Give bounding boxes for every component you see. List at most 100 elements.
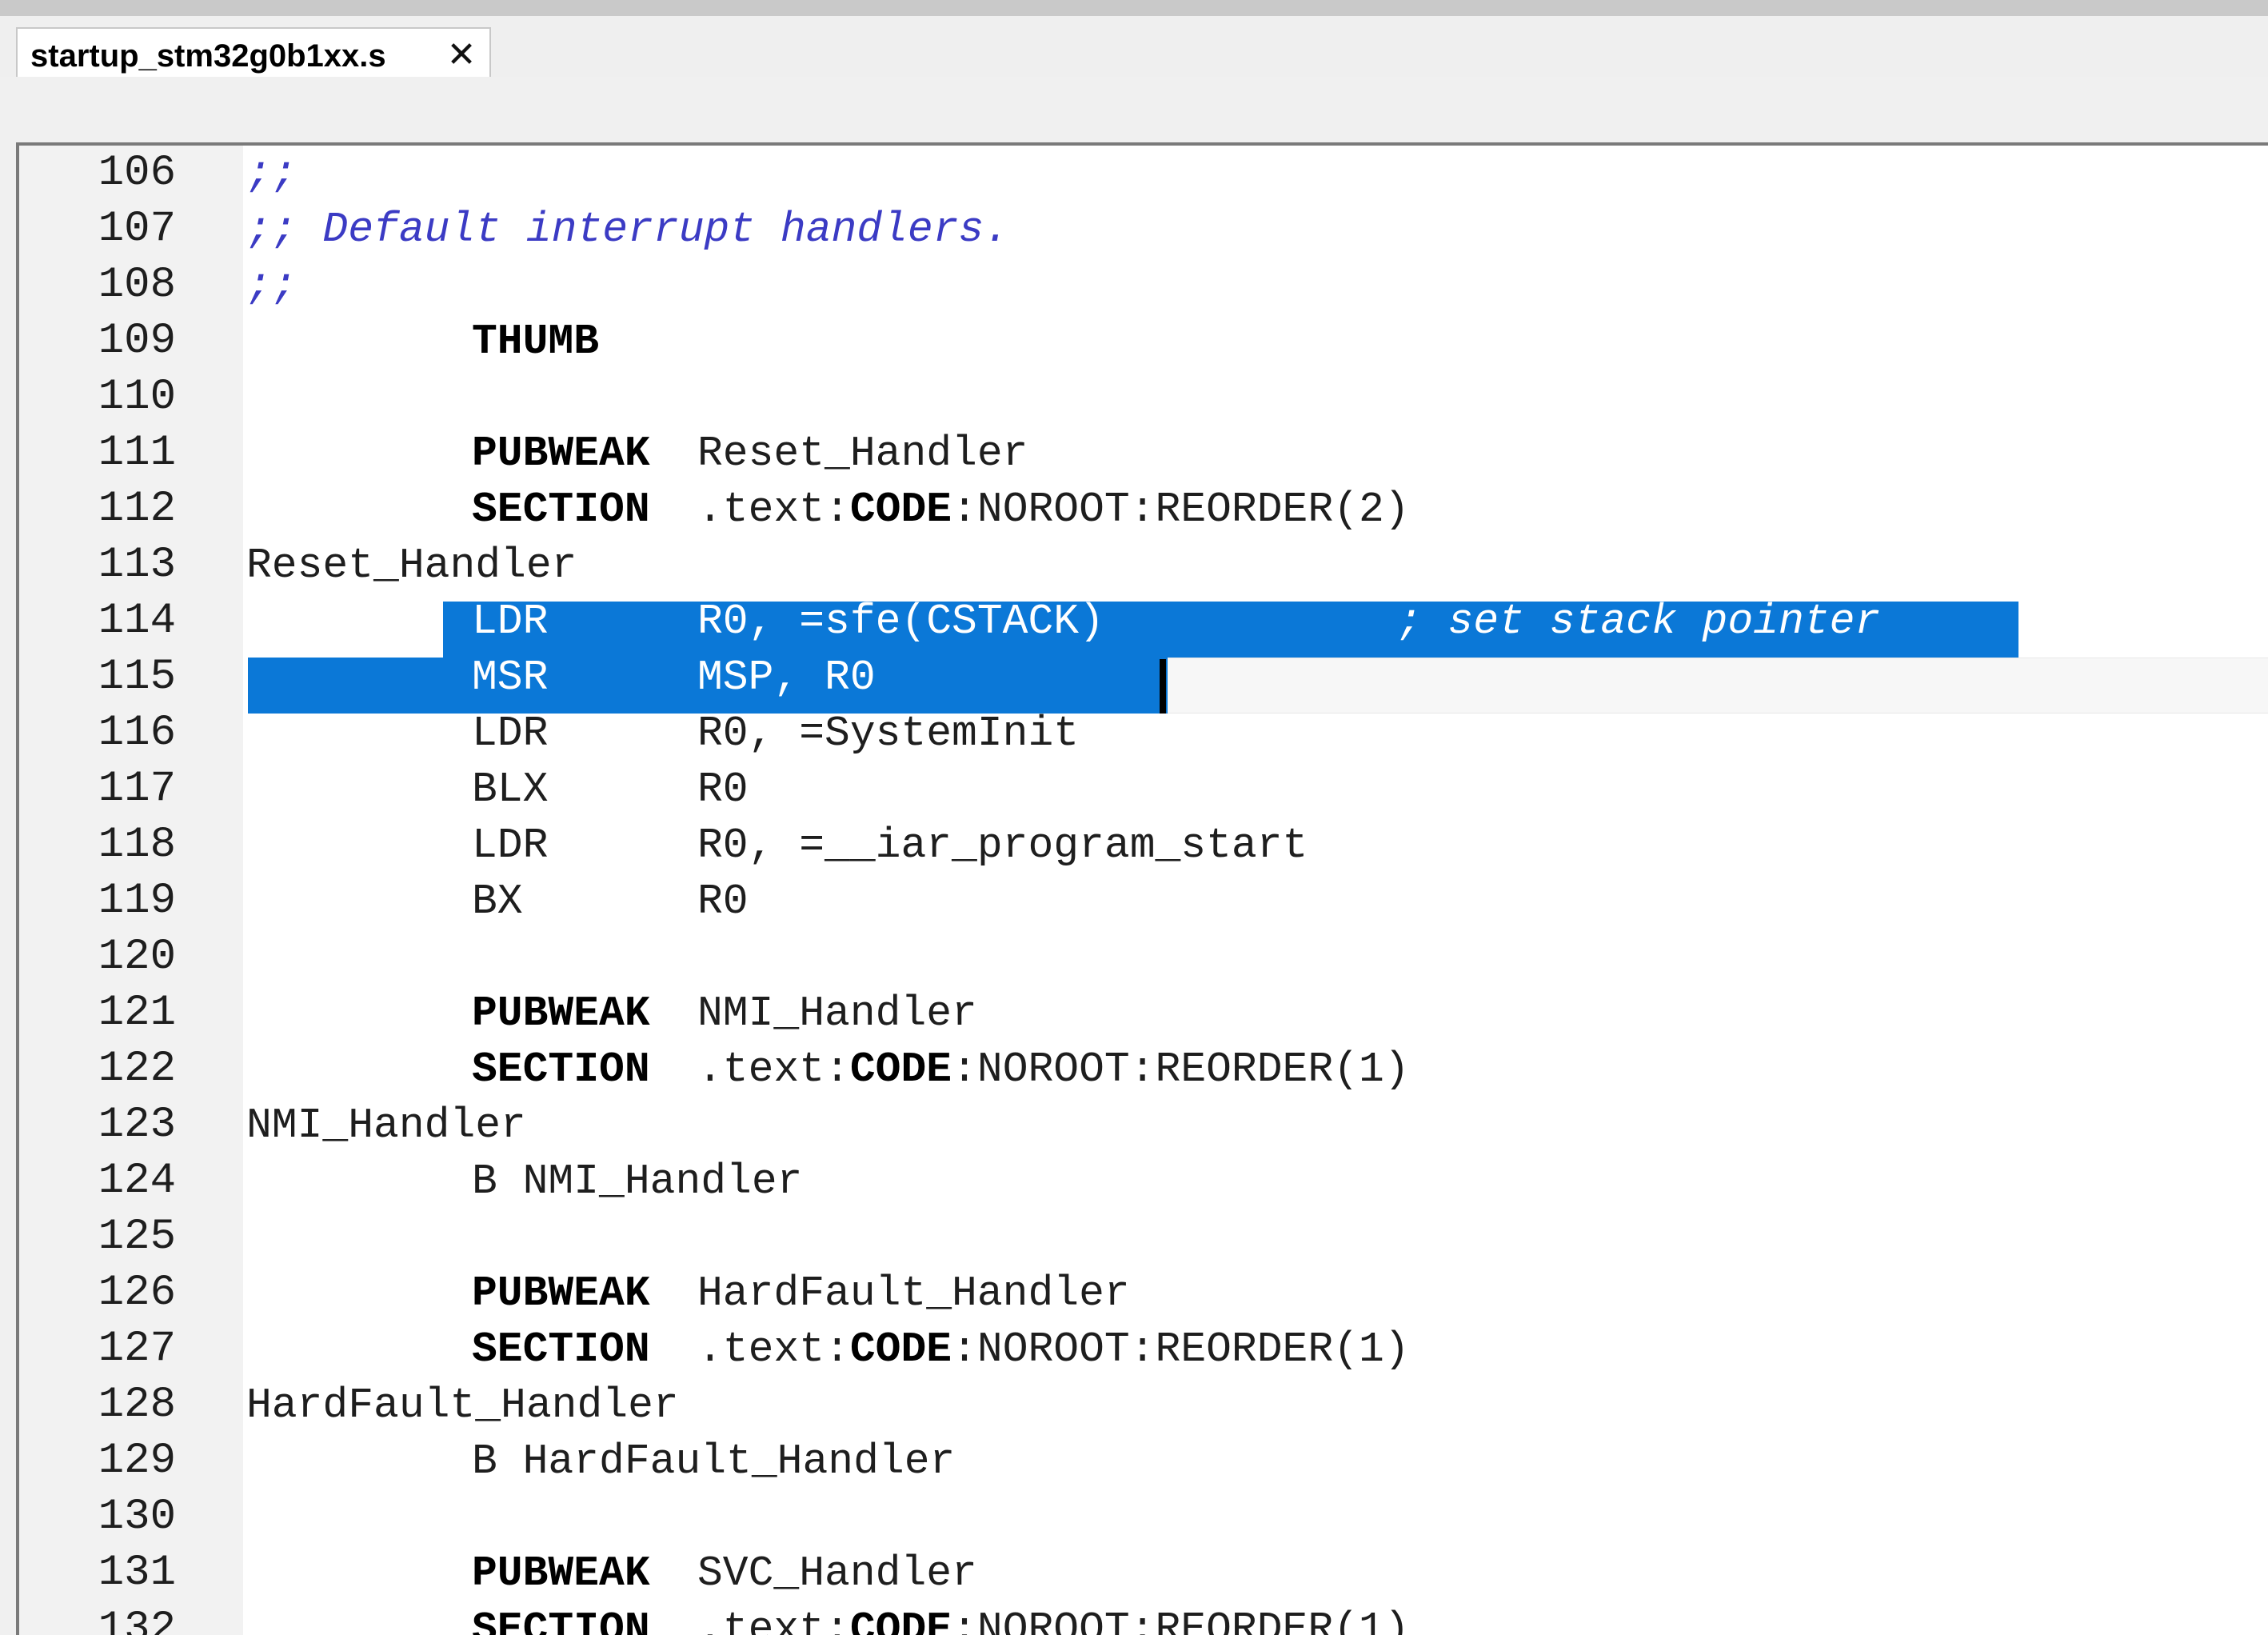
- comment-text: ;;: [246, 262, 297, 310]
- code-line[interactable]: 125: [19, 1209, 2268, 1265]
- section-prefix: .text:: [697, 486, 850, 534]
- code-line[interactable]: 121 PUBWEAK NMI_Handler: [19, 985, 2268, 1041]
- code-line[interactable]: 107 ;; Default interrupt handlers.: [19, 202, 2268, 258]
- close-icon[interactable]: ✕: [441, 34, 481, 77]
- section-code-keyword: CODE: [849, 486, 952, 534]
- line-number: 122: [98, 1045, 176, 1093]
- line-number: 126: [98, 1269, 176, 1317]
- code-text: SECTION .text:CODE:NOROOT:REORDER(1): [246, 1041, 1410, 1097]
- section-prefix: .text:: [697, 1325, 850, 1373]
- code-line[interactable]: 113 Reset_Handler: [19, 538, 2268, 594]
- line-number: 128: [98, 1381, 176, 1429]
- line-number: 120: [98, 933, 176, 981]
- line-number: 113: [98, 541, 176, 590]
- code-line[interactable]: 110: [19, 370, 2268, 426]
- mnemonic-text: BLX: [472, 766, 549, 814]
- line-number: 108: [98, 261, 176, 310]
- section-code-keyword: CODE: [849, 1605, 952, 1635]
- code-text: LDR R0, =__iar_program_start: [246, 818, 1308, 873]
- operand-text: MSP, R0: [697, 654, 876, 702]
- code-line[interactable]: 120: [19, 929, 2268, 985]
- code-text: THUMB: [246, 314, 599, 370]
- line-number: 129: [98, 1437, 176, 1485]
- operand-text: R0, =SystemInit: [697, 710, 1080, 758]
- line-number: 118: [98, 821, 176, 869]
- section-suffix: :NOROOT:REORDER(2): [952, 486, 1410, 534]
- ide-window: startup_stm32g0b1xx.s ✕ 106 ;; 107 ;; De…: [0, 0, 2268, 1635]
- comment-text: ;; Default interrupt handlers.: [246, 206, 1010, 254]
- code-line[interactable]: 117 BLX R0: [19, 762, 2268, 818]
- directive-keyword: SECTION: [472, 1325, 650, 1373]
- line-number: 116: [98, 709, 176, 758]
- code-text: B NMI_Handler: [246, 1153, 802, 1209]
- code-text: SECTION .text:CODE:NOROOT:REORDER(1): [246, 1601, 1410, 1635]
- editor-tab-bar: startup_stm32g0b1xx.s ✕: [0, 16, 2268, 80]
- line-number: 125: [98, 1213, 176, 1261]
- editor-toolbar-strip: [0, 77, 2268, 142]
- code-line[interactable]: 131 PUBWEAK SVC_Handler: [19, 1545, 2268, 1601]
- directive-keyword: SECTION: [472, 1605, 650, 1635]
- code-line[interactable]: 116 LDR R0, =SystemInit: [19, 706, 2268, 762]
- code-line[interactable]: 130: [19, 1489, 2268, 1545]
- code-line[interactable]: 108 ;;: [19, 258, 2268, 314]
- mnemonic-text: BX: [472, 877, 523, 925]
- operand-text: R0: [697, 877, 749, 925]
- code-text: PUBWEAK NMI_Handler: [246, 985, 977, 1041]
- code-text: PUBWEAK SVC_Handler: [246, 1545, 977, 1601]
- operand-text: R0, =__iar_program_start: [697, 821, 1308, 869]
- code-line[interactable]: 129 B HardFault_Handler: [19, 1433, 2268, 1489]
- line-number: 130: [98, 1493, 176, 1541]
- operand-text: Reset_Handler: [697, 430, 1028, 478]
- code-text: MSR MSP, R0: [246, 650, 876, 706]
- branch-instruction: B NMI_Handler: [472, 1157, 803, 1205]
- directive-keyword: PUBWEAK: [472, 430, 650, 478]
- code-line-selected[interactable]: 115 MSR MSP, R0: [19, 650, 2268, 706]
- code-line[interactable]: 126 PUBWEAK HardFault_Handler: [19, 1265, 2268, 1321]
- line-number: 132: [98, 1605, 176, 1635]
- code-line[interactable]: 109 THUMB: [19, 314, 2268, 370]
- code-text: BX R0: [246, 873, 749, 929]
- line-number: 111: [98, 429, 176, 478]
- code-line[interactable]: 112 SECTION .text:CODE:NOROOT:REORDER(2): [19, 482, 2268, 538]
- code-line[interactable]: 106 ;;: [19, 146, 2268, 202]
- tab-startup-file[interactable]: startup_stm32g0b1xx.s ✕: [16, 27, 491, 80]
- branch-instruction: B HardFault_Handler: [472, 1437, 956, 1485]
- section-suffix: :NOROOT:REORDER(1): [952, 1325, 1410, 1373]
- code-line[interactable]: 128 HardFault_Handler: [19, 1377, 2268, 1433]
- line-number: 110: [98, 373, 176, 422]
- code-text: PUBWEAK HardFault_Handler: [246, 1265, 1130, 1321]
- directive-keyword: THUMB: [472, 318, 600, 366]
- label-text: Reset_Handler: [246, 542, 577, 590]
- code-line[interactable]: 118 LDR R0, =__iar_program_start: [19, 818, 2268, 873]
- section-prefix: .text:: [697, 1045, 850, 1093]
- code-line[interactable]: 122 SECTION .text:CODE:NOROOT:REORDER(1): [19, 1041, 2268, 1097]
- line-number: 119: [98, 877, 176, 925]
- section-suffix: :NOROOT:REORDER(1): [952, 1045, 1410, 1093]
- mnemonic-text: LDR: [472, 821, 549, 869]
- mnemonic-text: MSR: [472, 654, 549, 702]
- code-editor[interactable]: 106 ;; 107 ;; Default interrupt handlers…: [16, 142, 2268, 1635]
- code-line[interactable]: 123 NMI_Handler: [19, 1097, 2268, 1153]
- line-number: 115: [98, 653, 176, 702]
- mnemonic-text: LDR: [472, 710, 549, 758]
- directive-keyword: SECTION: [472, 1045, 650, 1093]
- operand-text: R0, =sfe(CSTACK): [697, 598, 1104, 646]
- line-number: 124: [98, 1157, 176, 1205]
- directive-keyword: PUBWEAK: [472, 1269, 650, 1317]
- section-suffix: :NOROOT:REORDER(1): [952, 1605, 1410, 1635]
- line-number: 114: [98, 597, 176, 646]
- code-line[interactable]: 127 SECTION .text:CODE:NOROOT:REORDER(1): [19, 1321, 2268, 1377]
- code-line[interactable]: 119 BX R0: [19, 873, 2268, 929]
- code-text: SECTION .text:CODE:NOROOT:REORDER(1): [246, 1321, 1410, 1377]
- code-text: B HardFault_Handler: [246, 1433, 955, 1489]
- mnemonic-text: LDR: [472, 598, 549, 646]
- directive-keyword: PUBWEAK: [472, 989, 650, 1037]
- code-line[interactable]: 124 B NMI_Handler: [19, 1153, 2268, 1209]
- code-line[interactable]: 111 PUBWEAK Reset_Handler: [19, 426, 2268, 482]
- code-line[interactable]: 132 SECTION .text:CODE:NOROOT:REORDER(1): [19, 1601, 2268, 1635]
- line-number: 112: [98, 485, 176, 534]
- line-number: 106: [98, 149, 176, 198]
- label-text: NMI_Handler: [246, 1101, 526, 1149]
- line-number: 131: [98, 1549, 176, 1597]
- code-line-selected[interactable]: 114 LDR R0, =sfe(CSTACK) ; set stack point…: [19, 594, 2268, 650]
